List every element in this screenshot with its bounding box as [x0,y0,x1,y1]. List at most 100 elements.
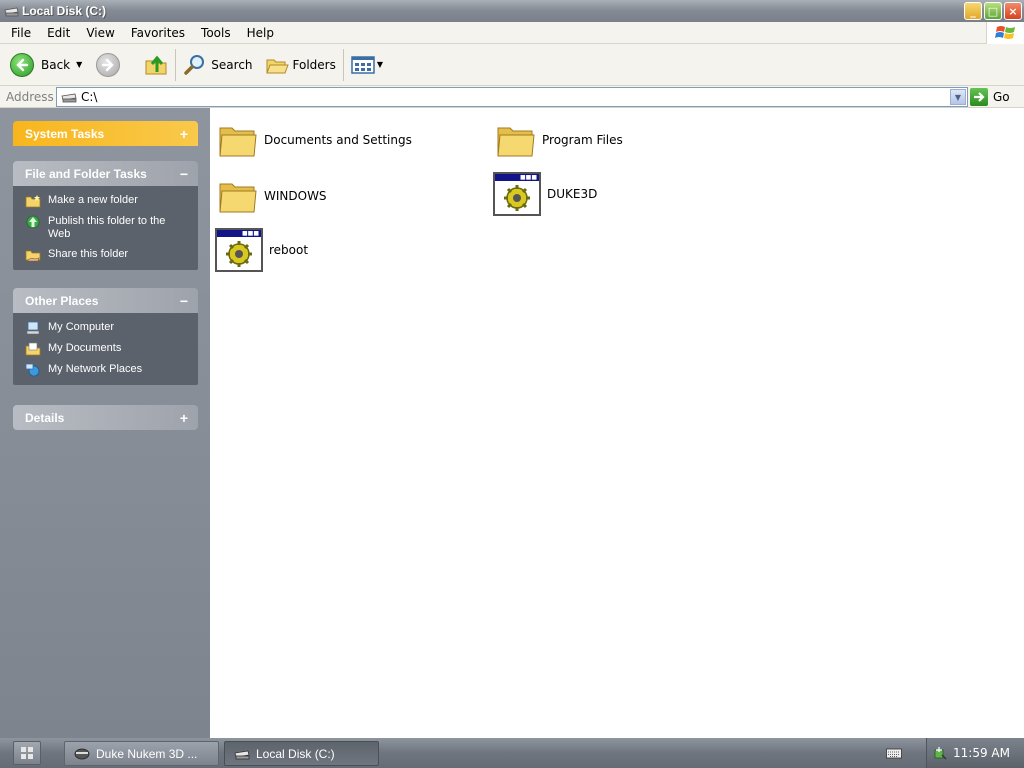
back-dropdown-icon[interactable]: ▼ [76,60,82,69]
folders-icon [265,59,289,73]
search-label: Search [211,57,253,72]
file-name: Program Files [542,133,623,147]
address-value: C:\ [81,90,98,104]
go-label: Go [993,90,1010,104]
minimize-button[interactable]: _ [964,2,982,20]
place-my-network-places[interactable]: My Network Places [25,363,190,377]
title-bar[interactable]: Local Disk (C:) _ □ × [0,0,1024,22]
menu-tools[interactable]: Tools [193,26,239,40]
file-folder-tasks-header[interactable]: File and Folder Tasks − [13,161,198,186]
system-tray: 11:59 AM [926,738,1024,768]
file-name: WINDOWS [264,189,327,203]
other-places-list: My Computer My Documents My Network Plac… [13,313,198,385]
system-tasks-panel: System Tasks + [13,121,198,146]
window-title: Local Disk (C:) [22,4,107,18]
file-name: Documents and Settings [264,133,412,147]
file-folder-tasks-title: File and Folder Tasks [25,166,147,181]
file-item[interactable]: WINDOWS [218,172,327,220]
details-panel: Details + [13,405,198,430]
folders-label: Folders [292,57,336,72]
details-header[interactable]: Details + [13,405,198,430]
folders-button[interactable]: Folders [261,48,340,82]
menu-edit[interactable]: Edit [39,26,78,40]
toolbar-separator [175,48,177,81]
menu-file[interactable]: File [0,26,39,40]
file-folder-tasks-list: Make a new folder Publish this folder to… [13,186,198,270]
folder-up-icon [145,55,167,74]
keyboard-icon[interactable] [886,747,902,759]
file-item[interactable]: ■■■ reboot [215,226,308,274]
drive-icon [61,93,77,103]
safely-remove-hardware-icon[interactable] [933,746,947,760]
task-make-new-folder[interactable]: Make a new folder [25,194,190,208]
file-item[interactable]: ■■■ DUKE3D [493,170,597,218]
menu-favorites[interactable]: Favorites [123,26,193,40]
file-item[interactable]: Program Files [496,116,623,164]
back-label: Back [41,57,71,72]
up-button[interactable] [140,48,172,82]
my-documents-icon [25,342,41,356]
go-arrow-icon [970,88,988,106]
menu-view[interactable]: View [78,26,122,40]
taskbar-label: Duke Nukem 3D ... [96,746,198,761]
file-name: reboot [269,243,309,257]
toolbar-separator [342,48,344,81]
taskbar-label: Local Disk (C:) [256,746,335,761]
back-button[interactable]: Back ▼ [6,48,86,82]
toolbar: Back ▼ Search Folders ▼ [0,44,1024,86]
system-tasks-title: System Tasks [25,126,105,141]
menu-help[interactable]: Help [239,26,282,40]
clock[interactable]: 11:59 AM [953,746,1010,760]
globe-publish-icon [26,215,40,229]
network-places-icon [25,363,40,377]
address-bar: Address C:\ ▼ Go [0,86,1024,108]
menu-bar: File Edit View Favorites Tools Help [0,22,1024,44]
other-places-header[interactable]: Other Places − [13,288,198,313]
start-button[interactable] [13,741,41,765]
file-list-view[interactable]: Documents and Settings Program Files WIN… [210,108,1024,738]
back-arrow-icon [10,52,34,77]
address-label: Address [6,89,54,104]
views-button[interactable]: ▼ [347,48,387,82]
close-button[interactable]: × [1004,2,1022,20]
search-button[interactable]: Search [179,48,256,82]
taskbar-button-local-disk[interactable]: Local Disk (C:) [224,741,379,766]
address-dropdown-icon[interactable]: ▼ [950,89,966,105]
maximize-button[interactable]: □ [984,2,1002,20]
views-dropdown-icon[interactable]: ▼ [377,60,383,69]
views-icon [351,55,375,74]
taskbar-button-duke-nukem[interactable]: Duke Nukem 3D ... [64,741,219,766]
my-computer-icon [26,321,40,335]
system-tasks-header[interactable]: System Tasks + [13,121,198,146]
expand-icon[interactable]: + [180,126,188,142]
task-publish-to-web[interactable]: Publish this folder to the Web [25,215,190,241]
other-places-title: Other Places [25,293,99,308]
forward-arrow-icon [96,52,121,77]
expand-icon[interactable]: + [180,410,188,426]
new-folder-icon [25,195,41,208]
application-icon: ■■■ [215,228,263,272]
place-my-documents[interactable]: My Documents [25,342,190,356]
search-icon [184,54,205,75]
address-input[interactable]: C:\ ▼ [56,87,968,107]
windows-logo-icon [986,22,1024,44]
task-share-folder[interactable]: Share this folder [25,248,190,262]
folder-icon [219,127,257,157]
collapse-icon[interactable]: − [180,293,188,309]
place-my-computer[interactable]: My Computer [25,321,190,335]
other-places-panel: Other Places − My Computer My Documents [13,288,198,385]
file-folder-tasks-panel: File and Folder Tasks − Make a new folde… [13,161,198,270]
file-name: DUKE3D [547,187,598,201]
share-folder-icon [25,250,41,262]
forward-button[interactable] [92,48,124,82]
drive-icon [234,750,250,759]
details-title: Details [25,410,65,425]
collapse-icon[interactable]: − [180,166,188,182]
folder-icon [497,127,535,157]
duke-icon [74,748,90,759]
application-icon: ■■■ [493,172,541,216]
task-pane: System Tasks + File and Folder Tasks − M… [0,108,210,738]
file-item[interactable]: Documents and Settings [218,116,412,164]
drive-icon [4,7,19,17]
go-button[interactable]: Go [970,87,1010,107]
